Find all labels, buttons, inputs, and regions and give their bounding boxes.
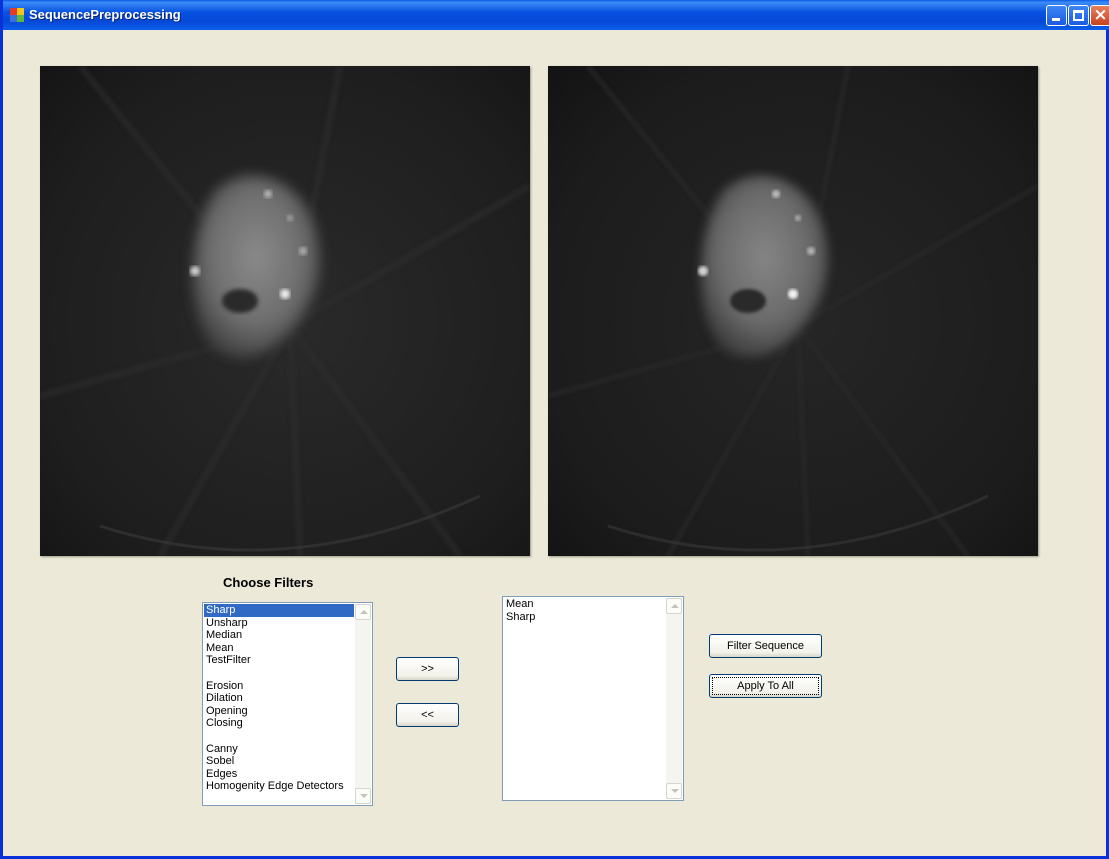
remove-filter-button[interactable]: << — [396, 703, 459, 727]
scroll-up-button[interactable] — [355, 604, 371, 620]
minimize-icon — [1052, 18, 1060, 21]
list-item[interactable]: Erosion — [204, 680, 354, 693]
chevron-down-icon — [671, 789, 679, 793]
focus-ring — [712, 677, 819, 695]
window-title: SequencePreprocessing — [29, 7, 181, 22]
ct-scan-image-processed — [548, 66, 1038, 556]
list-item[interactable]: Mean — [504, 598, 665, 611]
list-item[interactable]: Unsharp — [204, 617, 354, 630]
application-window: SequencePreprocessing × Choose Filters S… — [0, 0, 1109, 859]
list-item[interactable]: Sharp — [204, 604, 354, 617]
available-filters-list: Sharp Unsharp Median Mean TestFilter Erosion D… — [204, 604, 354, 793]
scroll-down-button[interactable] — [666, 783, 682, 799]
list-item[interactable] — [204, 730, 354, 743]
filter-sequence-scrollbar[interactable] — [666, 598, 682, 799]
processed-image-panel — [548, 66, 1038, 556]
list-item[interactable] — [204, 667, 354, 680]
list-item[interactable]: Dilation — [204, 692, 354, 705]
list-item[interactable]: Mean — [204, 642, 354, 655]
filter-sequence-list: Mean Sharp — [504, 598, 665, 623]
ct-scan-image-original — [40, 66, 530, 556]
list-item[interactable]: Edges — [204, 768, 354, 781]
list-item[interactable]: Opening — [204, 705, 354, 718]
apply-to-all-button[interactable]: Apply To All — [709, 674, 822, 698]
chevron-down-icon — [360, 794, 368, 798]
available-filters-listbox[interactable]: Sharp Unsharp Median Mean TestFilter Erosion D… — [202, 602, 373, 806]
add-filter-button[interactable]: >> — [396, 657, 459, 681]
list-item[interactable]: Closing — [204, 717, 354, 730]
chevron-up-icon — [360, 610, 368, 614]
close-button[interactable]: × — [1090, 5, 1109, 26]
list-item[interactable]: Canny — [204, 743, 354, 756]
close-icon: × — [1093, 5, 1108, 25]
maximize-icon — [1073, 10, 1084, 21]
list-item[interactable]: Homogenity Edge Detectors — [204, 780, 354, 793]
original-image-panel — [40, 66, 530, 556]
list-item[interactable]: Sobel — [204, 755, 354, 768]
chevron-up-icon — [671, 604, 679, 608]
maximize-button[interactable] — [1068, 5, 1089, 26]
minimize-button[interactable] — [1046, 5, 1067, 26]
scroll-down-button[interactable] — [355, 788, 371, 804]
list-item[interactable]: Median — [204, 629, 354, 642]
choose-filters-heading: Choose Filters — [223, 575, 314, 590]
filter-sequence-listbox[interactable]: Mean Sharp — [502, 596, 684, 801]
title-bar[interactable]: SequencePreprocessing × — [3, 0, 1109, 30]
filter-sequence-button[interactable]: Filter Sequence — [709, 634, 822, 658]
available-filters-scrollbar[interactable] — [355, 604, 371, 804]
list-item[interactable]: TestFilter — [204, 654, 354, 667]
list-item[interactable]: Sharp — [504, 611, 665, 624]
scroll-up-button[interactable] — [666, 598, 682, 614]
app-icon — [10, 8, 24, 22]
